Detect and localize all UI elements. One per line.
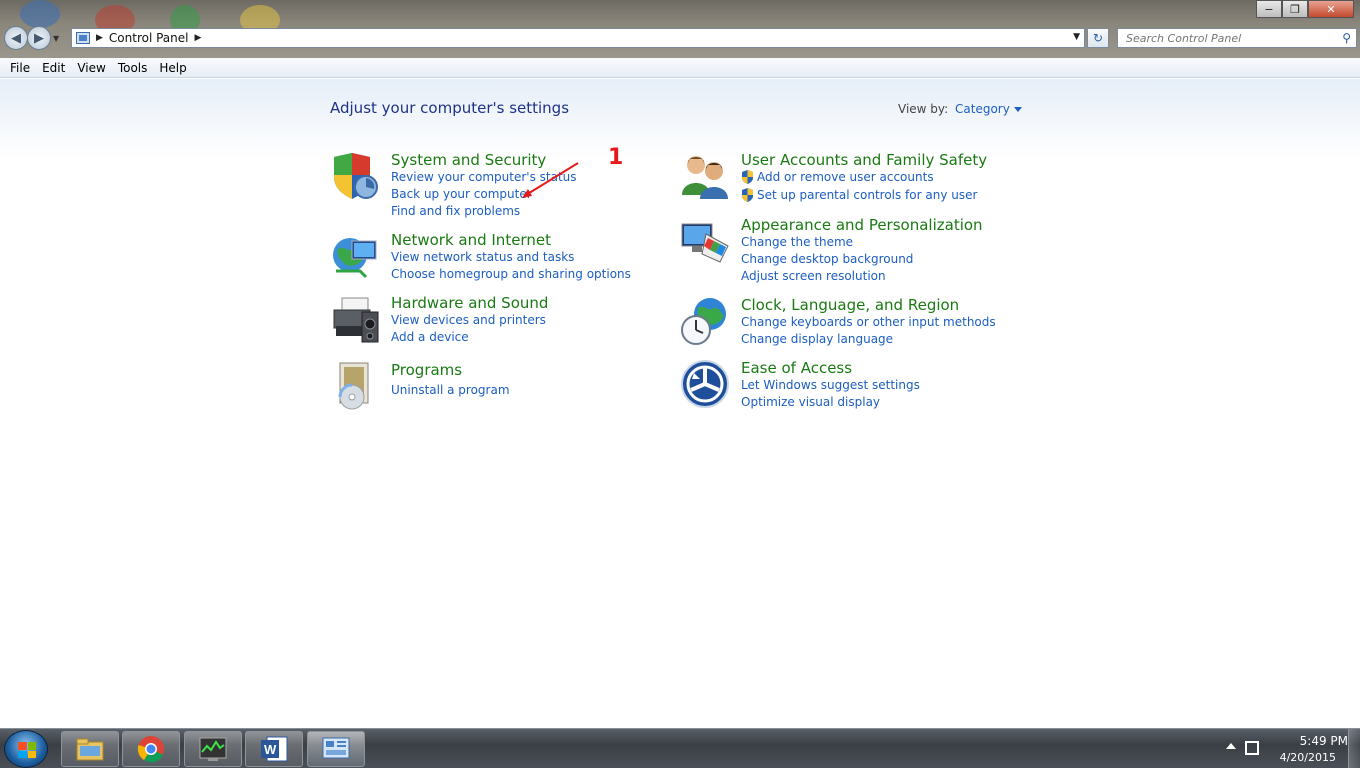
link-parental-controls[interactable]: Set up parental controls for any user <box>757 188 977 202</box>
menu-help[interactable]: Help <box>153 58 192 78</box>
address-bar[interactable]: ▶ Control Panel ▶ ▼ <box>71 28 1085 48</box>
category-heading[interactable]: Clock, Language, and Region <box>741 296 959 314</box>
link-devices-printers[interactable]: View devices and printers <box>391 313 546 327</box>
link-add-device[interactable]: Add a device <box>391 330 469 344</box>
link-desktop-background[interactable]: Change desktop background <box>741 252 913 266</box>
menu-tools[interactable]: Tools <box>112 58 154 78</box>
forward-button[interactable]: ▶ <box>27 26 51 50</box>
breadcrumb-separator-icon[interactable]: ▶ <box>195 33 202 43</box>
back-arrow-icon: ◀ <box>11 30 21 46</box>
close-button[interactable]: ✕ <box>1308 0 1354 18</box>
chrome-icon <box>137 736 164 763</box>
menu-bar: File Edit View Tools Help <box>0 58 1360 78</box>
view-by-label: View by: <box>898 102 949 116</box>
shield-icon <box>334 153 378 199</box>
taskbar: W 5:49 PM 4/20/2015 <box>0 728 1360 768</box>
breadcrumb-control-panel[interactable]: Control Panel <box>109 31 189 45</box>
navigation-buttons: ◀ ▶ ▼ <box>4 26 63 50</box>
menu-file[interactable]: File <box>4 58 36 78</box>
link-change-theme[interactable]: Change the theme <box>741 235 853 249</box>
refresh-icon: ↻ <box>1092 31 1104 45</box>
taskbar-word[interactable]: W <box>245 731 303 767</box>
address-dropdown-icon[interactable]: ▼ <box>1073 32 1080 42</box>
menu-view[interactable]: View <box>71 58 111 78</box>
taskbar-chrome[interactable] <box>122 731 180 767</box>
clock-date[interactable]: 4/20/2015 <box>1280 751 1336 764</box>
window-controls: − ❐ ✕ <box>1256 0 1354 18</box>
menu-edit[interactable]: Edit <box>36 58 71 78</box>
forward-arrow-icon: ▶ <box>34 30 44 46</box>
clock-globe-icon <box>681 298 726 345</box>
clock-time[interactable]: 5:49 PM <box>1300 734 1348 748</box>
file-explorer-icon <box>76 738 104 761</box>
category-heading[interactable]: Appearance and Personalization <box>741 216 983 234</box>
users-icon <box>682 156 728 199</box>
link-find-fix-problems[interactable]: Find and fix problems <box>391 204 520 218</box>
view-by-value[interactable]: Category <box>955 102 1010 116</box>
network-icon[interactable] <box>1245 741 1259 755</box>
programs-disc-icon <box>338 362 369 410</box>
control-panel-content: Adjust your computer's settings View by:… <box>0 79 1360 728</box>
show-desktop-button[interactable] <box>1348 729 1360 768</box>
chevron-down-icon[interactable] <box>1013 107 1022 112</box>
uac-shield-icon <box>742 188 753 202</box>
desktop-background-blur <box>20 0 60 28</box>
view-by-dropdown[interactable]: Category <box>955 102 1022 116</box>
restore-button[interactable]: ❐ <box>1282 0 1308 18</box>
back-button[interactable]: ◀ <box>4 26 28 50</box>
start-button[interactable] <box>4 730 48 768</box>
link-add-remove-accounts[interactable]: Add or remove user accounts <box>757 170 934 184</box>
category-heading[interactable]: Network and Internet <box>391 231 551 249</box>
recent-pages-dropdown[interactable]: ▼ <box>53 34 63 43</box>
category-heading[interactable]: User Accounts and Family Safety <box>741 151 987 169</box>
link-homegroup-sharing[interactable]: Choose homegroup and sharing options <box>391 267 631 281</box>
network-globe-icon <box>333 238 377 279</box>
system-tray: 5:49 PM 4/20/2015 <box>1220 729 1360 768</box>
show-hidden-icons-icon[interactable] <box>1226 743 1236 749</box>
link-screen-resolution[interactable]: Adjust screen resolution <box>741 269 886 283</box>
taskbar-file-explorer[interactable] <box>61 731 119 767</box>
ease-of-access-icon <box>681 360 729 408</box>
annotation-arrow-icon <box>522 162 579 198</box>
uac-shield-icon <box>742 170 753 184</box>
control-panel-icon <box>76 32 90 44</box>
link-network-status[interactable]: View network status and tasks <box>391 250 574 264</box>
monitor-palette-icon <box>681 223 729 263</box>
link-display-language[interactable]: Change display language <box>741 332 893 346</box>
windows-logo-icon <box>18 742 36 758</box>
search-box[interactable]: ⚲ <box>1117 28 1357 48</box>
link-change-keyboards[interactable]: Change keyboards or other input methods <box>741 315 996 329</box>
window-titlebar: − ❐ ✕ ◀ ▶ ▼ ▶ Control Panel ▶ ▼ ↻ ⚲ <box>0 0 1360 58</box>
category-heading[interactable]: Ease of Access <box>741 359 852 377</box>
printer-speaker-icon <box>333 297 379 343</box>
task-manager-icon <box>199 737 227 761</box>
refresh-button[interactable]: ↻ <box>1087 28 1109 48</box>
word-icon: W <box>261 736 288 762</box>
search-icon[interactable]: ⚲ <box>1342 31 1351 45</box>
link-windows-suggest-settings[interactable]: Let Windows suggest settings <box>741 378 920 392</box>
taskbar-task-manager[interactable] <box>184 731 242 767</box>
category-heading[interactable]: Hardware and Sound <box>391 294 548 312</box>
link-uninstall-program[interactable]: Uninstall a program <box>391 383 510 397</box>
minimize-button[interactable]: − <box>1256 0 1282 18</box>
taskbar-control-panel[interactable] <box>307 731 365 767</box>
search-input[interactable] <box>1118 31 1328 45</box>
breadcrumb-separator-icon[interactable]: ▶ <box>96 33 103 43</box>
page-title: Adjust your computer's settings <box>330 99 570 117</box>
svg-text:W: W <box>264 742 277 757</box>
control-panel-icon <box>322 737 350 759</box>
link-optimize-visual-display[interactable]: Optimize visual display <box>741 395 880 409</box>
category-heading[interactable]: Programs <box>391 361 462 379</box>
annotation-number: 1 <box>608 145 624 170</box>
